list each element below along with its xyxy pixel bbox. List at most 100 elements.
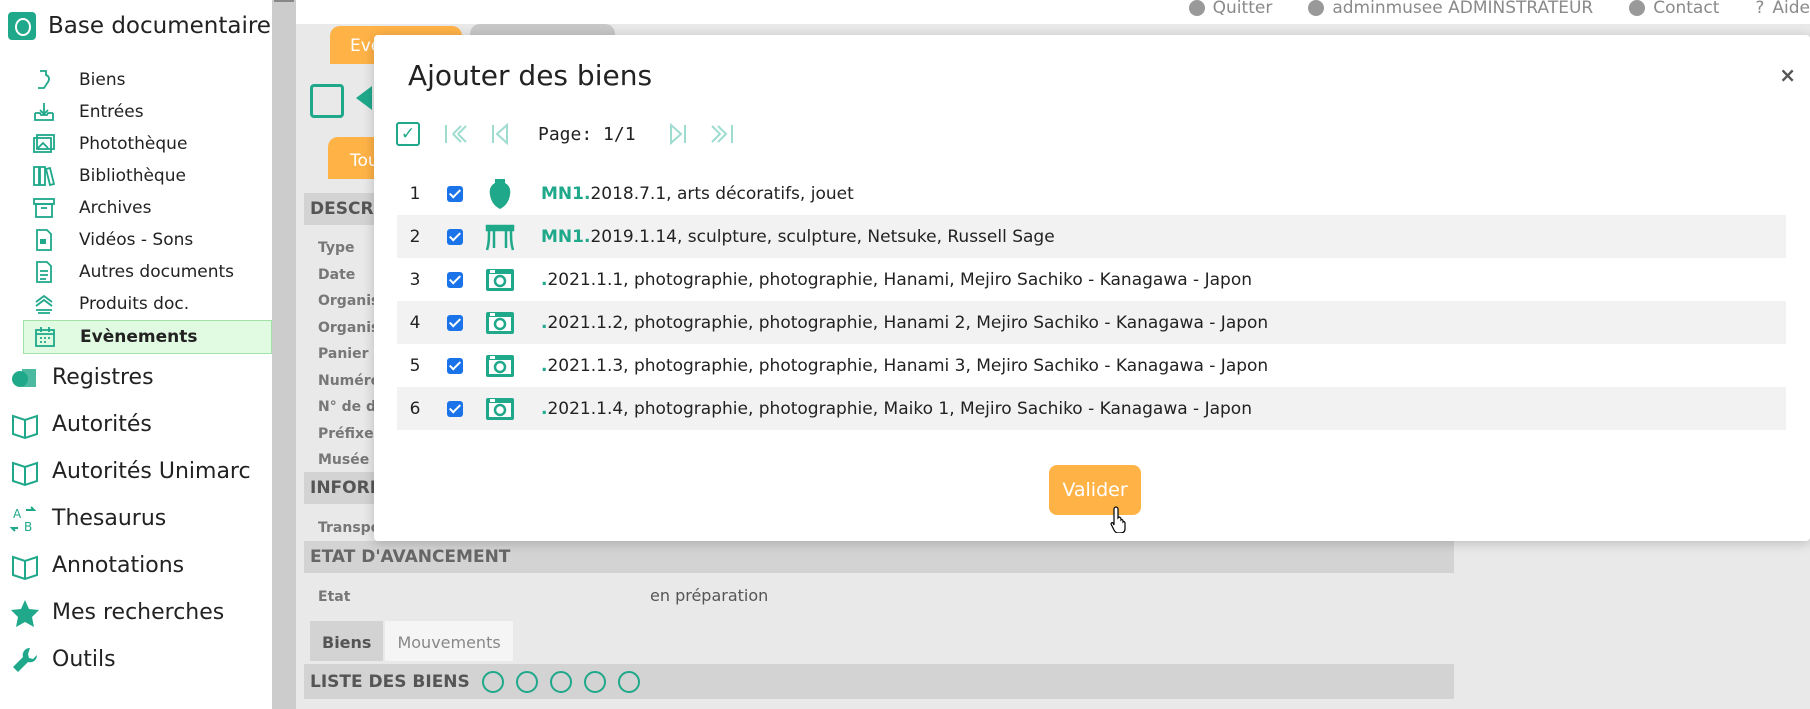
sidebar-main-label: Mes recherches: [52, 600, 225, 625]
sidebar-main-autorités[interactable]: Autorités: [0, 401, 272, 448]
bottom-tabs: Biens Mouvements: [310, 621, 513, 661]
sidebar-main-mes-recherches[interactable]: Mes recherches: [0, 589, 272, 636]
sidebar-item-photothèque[interactable]: Photothèque: [28, 128, 272, 160]
add-items-modal: Ajouter des biens × ✓ Page: 1/1 1 MN1.20…: [374, 35, 1810, 541]
help-link[interactable]: ? Aide: [1755, 0, 1810, 18]
close-icon[interactable]: ×: [1779, 63, 1796, 87]
eye-slash-icon[interactable]: [583, 670, 606, 693]
quit-link[interactable]: Quitter: [1188, 0, 1273, 18]
add-circle-icon[interactable]: [481, 670, 504, 693]
book-open-icon: [8, 551, 42, 581]
sidebar-item-label: Bibliothèque: [79, 166, 186, 186]
sidebar-item-archives[interactable]: Archives: [28, 192, 272, 224]
archive-box-icon: [31, 196, 57, 220]
brand[interactable]: Base documentaire: [8, 12, 271, 40]
row-number: 3: [409, 269, 421, 290]
sidebar-main-label: Thesaurus: [52, 506, 167, 531]
sidebar-item-vidéos-sons[interactable]: Vidéos - Sons: [28, 224, 272, 256]
tab-mouvements[interactable]: Mouvements: [385, 621, 513, 661]
select-all-checkbox[interactable]: ✓: [396, 122, 420, 146]
contact-link[interactable]: Contact: [1629, 0, 1719, 18]
row-prefix: MN1.: [541, 183, 591, 204]
row-number: 6: [409, 398, 421, 419]
sidebar-item-evènements[interactable]: Evènements: [23, 320, 272, 354]
row-description: 2021.1.4, photographie, photographie, Ma…: [547, 398, 1252, 419]
next-page-icon[interactable]: [664, 122, 692, 146]
logout-icon: [1188, 0, 1205, 16]
field-etat-value: en préparation: [650, 586, 769, 605]
row-description: 2021.1.2, photographie, photographie, Ha…: [547, 312, 1269, 333]
quit-label: Quitter: [1212, 0, 1273, 18]
sidebar-main-label: Registres: [52, 365, 154, 390]
list-item[interactable]: 2 MN1.2019.1.14, sculpture, sculpture, N…: [397, 215, 1786, 258]
basket-icon[interactable]: [515, 670, 538, 693]
arrow-left-icon[interactable]: [356, 86, 372, 110]
previous-page-icon[interactable]: [486, 122, 514, 146]
row-number: 4: [409, 312, 421, 333]
table-icon: [483, 220, 517, 254]
contact-label: Contact: [1653, 0, 1720, 18]
camera-icon: [483, 263, 517, 297]
row-number: 2: [409, 226, 421, 247]
liste-biens-title: LISTE DES BIENS: [310, 671, 470, 692]
splitter-grip[interactable]: [274, 0, 294, 6]
user-link[interactable]: adminmusee ADMINSTRATEUR: [1308, 0, 1593, 18]
sidebar-main-outils[interactable]: Outils: [0, 636, 272, 683]
sidebar-item-biens[interactable]: Biens: [28, 64, 272, 96]
external-link-icon[interactable]: [549, 670, 572, 693]
sidebar-main-thesaurus[interactable]: A B Thesaurus: [0, 495, 272, 542]
row-checkbox[interactable]: [447, 271, 463, 288]
sidebar-item-autres-documents[interactable]: Autres documents: [28, 256, 272, 288]
sidebar-item-entrées[interactable]: Entrées: [28, 96, 272, 128]
tab-biens[interactable]: Biens: [310, 621, 384, 661]
pager: ✓ Page: 1/1: [396, 117, 752, 151]
liste-biens-header: LISTE DES BIENS: [304, 664, 1454, 699]
row-description: 2019.1.14, sculpture, sculpture, Netsuke…: [590, 226, 1055, 247]
list-item[interactable]: 3 .2021.1.1, photographie, photographie,…: [397, 258, 1786, 301]
download-icon[interactable]: [617, 670, 640, 693]
list-item[interactable]: 5 .2021.1.3, photographie, photographie,…: [397, 344, 1786, 387]
row-checkbox[interactable]: [447, 228, 463, 245]
last-page-icon[interactable]: [708, 122, 736, 146]
list-item[interactable]: 6 .2021.1.4, photographie, photographie,…: [397, 387, 1786, 430]
sidebar-main-annotations[interactable]: Annotations: [0, 542, 272, 589]
camera-icon: [483, 306, 517, 340]
field-label: Panier r: [318, 346, 381, 362]
row-description: 2021.1.3, photographie, photographie, Ha…: [547, 355, 1269, 376]
row-number: 1: [409, 183, 421, 204]
row-text: MN1.2018.7.1, arts décoratifs, jouet: [541, 184, 854, 204]
sidebar-main-label: Outils: [52, 647, 116, 672]
section-etat: ETAT D'AVANCEMENT: [304, 541, 1454, 573]
pointer-cursor-icon: [1110, 506, 1126, 533]
top-header: Quitter adminmusee ADMINSTRATEUR Contact…: [296, 0, 1810, 24]
sidebar-main-registres[interactable]: Registres: [0, 354, 272, 401]
row-checkbox[interactable]: [447, 400, 463, 417]
vase-icon: [483, 177, 517, 211]
row-text: .2021.1.4, photographie, photographie, M…: [541, 399, 1252, 419]
object-icon: [31, 68, 57, 92]
sidebar-item-label: Entrées: [79, 102, 144, 122]
row-description: 2021.1.1, photographie, photographie, Ha…: [547, 269, 1252, 290]
registers-icon: [8, 363, 42, 393]
user-label: adminmusee ADMINSTRATEUR: [1332, 0, 1594, 18]
search-document-icon[interactable]: [310, 84, 344, 118]
sidebar-item-label: Photothèque: [79, 134, 188, 154]
row-checkbox[interactable]: [447, 314, 463, 331]
row-checkbox[interactable]: [447, 357, 463, 374]
field-label: Préfixe: [318, 425, 374, 442]
calendar-icon: [32, 325, 58, 349]
sidebar-main-autorités-unimarc[interactable]: Autorités Unimarc: [0, 448, 272, 495]
camera-icon: [483, 392, 517, 426]
list-item[interactable]: 4 .2021.1.2, photographie, photographie,…: [397, 301, 1786, 344]
list-item[interactable]: 1 MN1.2018.7.1, arts décoratifs, jouet: [397, 172, 1786, 215]
books-icon: [31, 164, 57, 188]
sidebar-main-label: Autorités: [52, 412, 152, 437]
sidebar-splitter[interactable]: [272, 0, 296, 709]
row-checkbox[interactable]: [447, 185, 463, 202]
first-page-icon[interactable]: [442, 122, 470, 146]
sidebar-item-bibliothèque[interactable]: Bibliothèque: [28, 160, 272, 192]
field-transport: Transpo: [318, 520, 381, 536]
sidebar-item-produits-doc-[interactable]: Produits doc.: [28, 288, 272, 320]
row-number: 5: [409, 355, 421, 376]
sidebar-item-label: Archives: [79, 198, 152, 218]
